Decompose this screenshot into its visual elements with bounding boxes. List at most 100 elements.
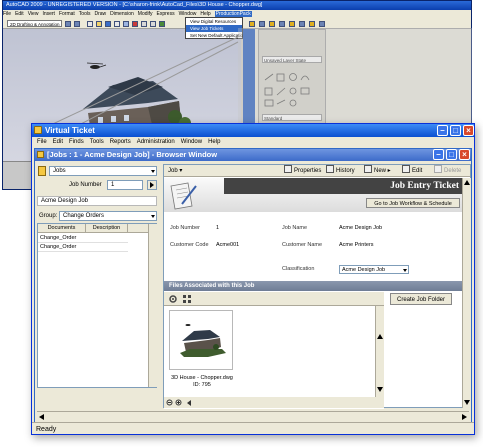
delete-button[interactable]: Delete — [434, 165, 461, 177]
toolbar-tool-icon-g[interactable] — [309, 21, 315, 27]
minimize-button[interactable]: – — [437, 125, 448, 136]
file-thumbnail[interactable] — [169, 310, 233, 370]
files-toolbar — [164, 292, 384, 306]
text-style-combo[interactable]: Standard — [262, 114, 322, 121]
notepad-pen-icon — [170, 182, 197, 210]
autocad-menu-view[interactable]: View — [28, 11, 39, 17]
toolbar-settings-icon[interactable] — [74, 21, 80, 27]
chevron-down-icon — [151, 170, 155, 173]
zoom-in-icon[interactable] — [175, 399, 183, 407]
maximize-button[interactable]: □ — [450, 125, 461, 136]
toolbar-tool-icon-f[interactable] — [299, 21, 305, 27]
autocad-menu-insert[interactable]: Insert — [42, 11, 55, 17]
house-thumbnail-image — [180, 324, 226, 357]
properties-icon — [284, 165, 292, 173]
new-button[interactable]: New ▸ — [364, 165, 391, 177]
customer-code-value: Acme001 — [216, 242, 240, 248]
history-button[interactable]: History — [326, 165, 355, 177]
browser-maximize-button[interactable]: □ — [446, 149, 457, 160]
browser-close-button[interactable]: × — [459, 149, 470, 160]
workspace-combo[interactable]: 2D Drafting & Annotation — [7, 20, 62, 27]
toolbar-cut-icon[interactable] — [132, 21, 138, 27]
group-combo[interactable]: Change Orders — [59, 211, 157, 221]
toolbar-tool-icon-d[interactable] — [279, 21, 285, 27]
toolbar-new-icon[interactable] — [87, 21, 93, 27]
left-panel: Jobs Job Number 1 Acme Design Job Group:… — [37, 164, 159, 388]
job-menu-button[interactable]: Job ▾ — [168, 165, 182, 177]
browser-title: [Jobs : 1 - Acme Design Job] - Browser W… — [47, 150, 218, 159]
files-section-header: Files Associated with this Job — [164, 281, 462, 291]
create-job-folder-button[interactable]: Create Job Folder — [390, 293, 452, 305]
toolbar-tool-icon-h[interactable] — [319, 21, 325, 27]
gear-icon[interactable] — [168, 294, 178, 304]
scroll-left-icon[interactable] — [186, 400, 192, 406]
autocad-menu-format[interactable]: Format — [59, 11, 75, 17]
horizontal-scrollbar[interactable] — [37, 411, 469, 421]
autocad-menu-tools[interactable]: Tools — [79, 11, 91, 17]
grid-header: Documents Description — [38, 224, 156, 233]
job-workflow-button[interactable]: Go to Job Workflow & Schedule — [366, 198, 460, 208]
autocad-menu-edit[interactable]: Edit — [15, 11, 24, 17]
menu-help[interactable]: Help — [208, 139, 220, 145]
table-row[interactable]: Change_Order — [38, 243, 128, 252]
menu-tools[interactable]: Tools — [90, 139, 104, 145]
chevron-right-icon — [150, 182, 154, 188]
job-number-stepper[interactable] — [147, 180, 157, 190]
autocad-menu-modify[interactable]: Modify — [138, 11, 153, 17]
job-name-display: Acme Design Job — [37, 196, 157, 206]
customer-name-label: Customer Name — [282, 242, 323, 248]
menu-item-digital-resources[interactable]: View Digital Resources — [186, 18, 242, 25]
toolbar-copy-icon[interactable] — [141, 21, 147, 27]
toolbar-paste-icon[interactable] — [150, 21, 156, 27]
toolbar-print-icon[interactable] — [114, 21, 120, 27]
browser-minimize-button[interactable]: – — [433, 149, 444, 160]
close-button[interactable]: × — [463, 125, 474, 136]
table-row[interactable]: Change_Order — [38, 234, 128, 243]
menu-window[interactable]: Window — [181, 139, 202, 145]
toolbar-match-icon[interactable] — [159, 21, 165, 27]
menu-edit[interactable]: Edit — [53, 139, 63, 145]
toolbar-tool-icon-c[interactable] — [269, 21, 275, 27]
toolbar-preview-icon[interactable] — [123, 21, 129, 27]
classification-value: Acme Design Job — [342, 267, 386, 273]
menu-item-job-tickets[interactable]: View Job Tickets — [186, 25, 242, 32]
autocad-menu-file[interactable]: File — [3, 11, 11, 17]
edit-button[interactable]: Edit — [402, 165, 422, 177]
productionpack-dropdown[interactable]: View Digital Resources View Job Tickets … — [185, 17, 246, 39]
vt-title-bar[interactable]: Virtual Ticket — [32, 124, 474, 137]
menu-administration[interactable]: Administration — [137, 139, 175, 145]
toolbar-open-icon[interactable] — [96, 21, 102, 27]
toolbar-tool-icon-e[interactable] — [289, 21, 295, 27]
entity-combo[interactable]: Jobs — [49, 166, 157, 176]
files-scrollbar[interactable] — [375, 306, 384, 397]
toolbar-tool-icon-b[interactable] — [259, 21, 265, 27]
toolbar-save-icon[interactable] — [105, 21, 111, 27]
thumbnail-view-icon[interactable] — [182, 294, 192, 304]
customer-name-value: Acme Printers — [339, 242, 374, 248]
zoom-controls — [164, 397, 384, 408]
browser-window: [Jobs : 1 - Acme Design Job] - Browser W… — [34, 148, 472, 426]
menu-item-default-app[interactable]: Set New Default Application — [186, 32, 246, 39]
chevron-down-icon — [403, 269, 407, 272]
grid-scrollbar[interactable] — [148, 224, 157, 387]
layer-state-combo[interactable]: Unsaved Layer State — [262, 56, 322, 63]
menu-finds[interactable]: Finds — [69, 139, 84, 145]
menu-reports[interactable]: Reports — [110, 139, 131, 145]
zoom-out-icon[interactable] — [166, 399, 174, 407]
column-description[interactable]: Description — [86, 224, 128, 233]
job-ticket-panel: Job ▾ Properties History New ▸ Edit Dele… — [163, 164, 471, 409]
autocad-menu-draw[interactable]: Draw — [94, 11, 106, 17]
toolbar-gear-icon[interactable] — [65, 21, 71, 27]
classification-combo[interactable]: Acme Design Job — [339, 265, 409, 274]
menu-file[interactable]: File — [37, 139, 47, 145]
draw-tools-icons[interactable] — [261, 70, 325, 110]
ticket-scrollbar[interactable] — [462, 178, 471, 408]
job-name-label: Job Name — [282, 225, 308, 231]
toolbar-tool-icon-a[interactable] — [249, 21, 255, 27]
autocad-menu-dimension[interactable]: Dimension — [110, 11, 134, 17]
job-number-input[interactable]: 1 — [107, 180, 143, 190]
browser-title-bar[interactable]: [Jobs : 1 - Acme Design Job] - Browser W… — [35, 149, 471, 161]
autocad-menu-express[interactable]: Express — [157, 11, 175, 17]
properties-button[interactable]: Properties — [284, 165, 321, 177]
column-documents[interactable]: Documents — [38, 224, 86, 233]
